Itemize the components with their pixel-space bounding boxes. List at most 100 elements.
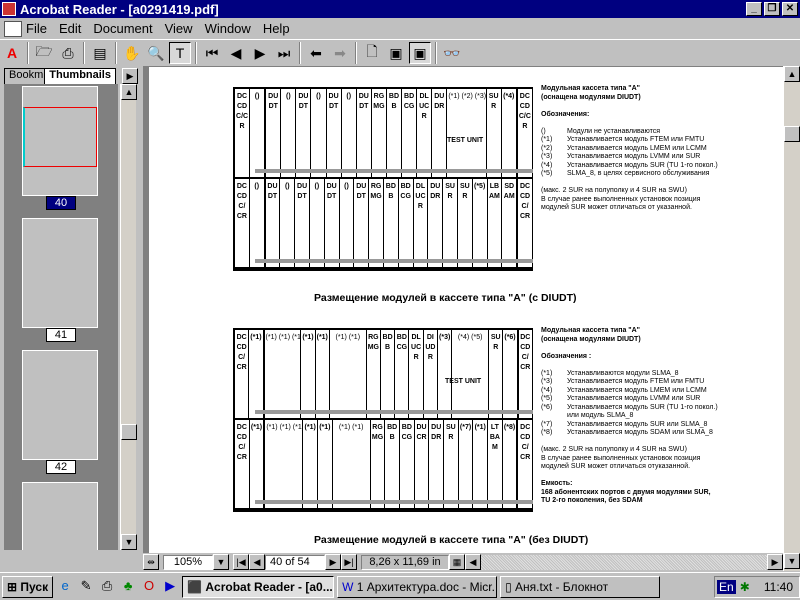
previous-page-icon[interactable]: ◀ xyxy=(225,42,247,64)
scroll-left-icon[interactable]: ◀ xyxy=(465,554,481,570)
status-bar: ⇹ 105% ▼ |◀ ◀ 40 of 54 ▶ ▶| 8,26 x 11,69… xyxy=(143,553,783,571)
legend-text: Устанавливается модуль SUR или SLMA_8 xyxy=(567,420,708,428)
last-page-button[interactable]: ▶| xyxy=(341,554,357,570)
split-icon[interactable]: ⇹ xyxy=(143,554,159,570)
rack-slot: LTBAM xyxy=(488,420,503,508)
find-binoculars-icon[interactable]: 👓 xyxy=(441,42,463,64)
task-word[interactable]: W 1 Архитектура.doc - Micr... xyxy=(337,575,498,598)
language-indicator[interactable]: En xyxy=(717,579,736,594)
capacity-title: Емкость: xyxy=(541,480,573,487)
internet-explorer-icon[interactable]: e xyxy=(56,578,74,596)
thumbnail-page-42[interactable] xyxy=(22,350,98,460)
rack-slot: () xyxy=(340,179,355,267)
media-player-icon[interactable]: ▶ xyxy=(161,578,179,596)
zoom-field[interactable]: 105% xyxy=(163,554,213,570)
start-button[interactable]: ⊞ Пуск xyxy=(2,575,54,598)
page-number-field[interactable]: 40 of 54 xyxy=(265,554,325,570)
open-folder-icon[interactable]: 🗁 xyxy=(33,42,55,64)
scroll-thumb[interactable] xyxy=(784,126,800,142)
go-forward-icon[interactable]: ➡ xyxy=(329,42,351,64)
scroll-thumb[interactable] xyxy=(121,424,137,440)
horizontal-scrollbar[interactable] xyxy=(481,554,767,570)
scroll-down-icon[interactable]: ▼ xyxy=(784,553,800,569)
last-page-icon[interactable]: ⏭ xyxy=(273,42,295,64)
menu-window[interactable]: Window xyxy=(205,21,251,36)
menu-edit[interactable]: Edit xyxy=(59,21,81,36)
rack-slot: RGMG xyxy=(371,420,386,508)
rack-slot: DCCDC/CR xyxy=(235,420,250,508)
rack-slot: (*1) xyxy=(301,330,316,418)
thumbnail-page-43[interactable] xyxy=(22,482,98,550)
thumbnail-label[interactable]: 42 xyxy=(46,460,76,474)
prev-page-button[interactable]: ◀ xyxy=(249,554,265,570)
go-back-icon[interactable]: ⬅ xyxy=(305,42,327,64)
legend-code: (*5) xyxy=(541,170,553,177)
fit-page-icon[interactable]: ▣ xyxy=(385,42,407,64)
rack-slot: DUDT xyxy=(354,179,370,267)
rack-slot: DCCDC/CR xyxy=(518,420,534,508)
zoom-tool-icon[interactable]: 🔍 xyxy=(145,42,167,64)
hand-tool-icon[interactable]: ✋ xyxy=(121,42,143,64)
text-select-tool-icon[interactable]: T xyxy=(169,42,191,64)
thumbnail-label[interactable]: 41 xyxy=(46,328,76,342)
close-button[interactable]: ✕ xyxy=(782,2,798,16)
zoom-dropdown-icon[interactable]: ▼ xyxy=(213,554,229,570)
next-page-icon[interactable]: ▶ xyxy=(249,42,271,64)
printer-icon[interactable]: ⎙ xyxy=(98,578,116,596)
capacity-text: 168 абонентских портов с двумя модулями … xyxy=(541,488,711,505)
menu-document[interactable]: Document xyxy=(93,21,152,36)
notepad-icon[interactable]: ✎ xyxy=(77,578,95,596)
tab-thumbnails[interactable]: Thumbnails xyxy=(44,68,116,84)
thumbnail-page-41[interactable] xyxy=(22,218,98,328)
legend-text: Устанавливается модуль LMEM или LCMM xyxy=(567,386,707,394)
rack-slot: SDAM xyxy=(502,179,519,267)
fit-width-icon[interactable]: ▣ xyxy=(409,42,431,64)
max-note: (макс. 2 SUR на полуполку и 4 SUR на SWU… xyxy=(541,446,687,453)
actual-size-icon[interactable]: 🗋 xyxy=(361,42,383,64)
rack-slot: () xyxy=(250,89,267,177)
task-label: Аня.txt - Блокнот xyxy=(515,579,609,594)
maximize-button[interactable]: ❐ xyxy=(764,2,780,16)
rack-slot: BDB xyxy=(384,179,399,267)
scroll-right-icon[interactable]: ▶ xyxy=(767,554,783,570)
document-icon[interactable] xyxy=(4,20,22,37)
thumbnail-scrollbar[interactable]: ▲ ▼ xyxy=(120,84,137,550)
show-navigation-pane-icon[interactable]: ▤ xyxy=(89,42,111,64)
opera-icon[interactable]: O xyxy=(140,578,158,596)
network-icon[interactable]: ♣ xyxy=(119,578,137,596)
task-acrobat[interactable]: ⬛ Acrobat Reader - [a0... xyxy=(182,575,335,598)
rack-slot: (*1) (*1) xyxy=(333,420,371,508)
legend-item: (*3) Устанавливается модуль FTEM или FMTU xyxy=(541,378,721,387)
rack-slot: (*8) xyxy=(503,420,519,508)
page-size: 8,26 x 11,69 in xyxy=(361,554,449,570)
system-tray: En ✱ 11:40 xyxy=(714,575,800,598)
rack-slot: (*1) (*1) (*1) xyxy=(265,420,304,508)
scroll-up-icon[interactable]: ▲ xyxy=(121,84,137,100)
adobe-logo-icon[interactable]: A xyxy=(1,42,23,64)
first-page-icon[interactable]: ⏮ xyxy=(201,42,223,64)
scroll-up-icon[interactable]: ▲ xyxy=(784,66,800,82)
scroll-down-icon[interactable]: ▼ xyxy=(121,534,137,550)
bug-icon[interactable]: ✱ xyxy=(740,580,750,594)
tab-bookmarks[interactable]: Bookm xyxy=(4,68,49,84)
clock: 11:40 xyxy=(763,579,793,594)
test-unit-label: TEST UNIT xyxy=(447,137,484,144)
pane-menu-arrow-icon[interactable]: ▶ xyxy=(121,68,138,84)
rack-slot: DUDT xyxy=(295,179,310,267)
rack-diagram-without-diudt: TEST UNIT DCCDC/CR (*1) (*1) (*1) (*1) (*1)(… xyxy=(233,328,534,512)
legend-item: (*4) Устанавливается модуль SUR (TU 1-го … xyxy=(541,162,721,171)
thumbnail-label[interactable]: 40 xyxy=(46,196,76,210)
menu-view[interactable]: View xyxy=(165,21,193,36)
document-scrollbar[interactable]: ▲ ▼ xyxy=(783,66,800,571)
menu-file[interactable]: File xyxy=(26,21,47,36)
rack-slot: (*1) (*2) (*3) xyxy=(447,89,487,177)
print-icon[interactable]: ⎙ xyxy=(57,42,79,64)
minimize-button[interactable]: _ xyxy=(746,2,762,16)
menu-help[interactable]: Help xyxy=(263,21,290,36)
first-page-button[interactable]: |◀ xyxy=(233,554,249,570)
next-page-button[interactable]: ▶ xyxy=(325,554,341,570)
task-notepad[interactable]: ▯ Аня.txt - Блокнот xyxy=(500,575,661,598)
thumbnail-page-40[interactable] xyxy=(22,86,98,196)
page-layout-icon[interactable]: ▦ xyxy=(449,554,465,570)
rack-slot: (*4) (*5) xyxy=(452,330,490,418)
